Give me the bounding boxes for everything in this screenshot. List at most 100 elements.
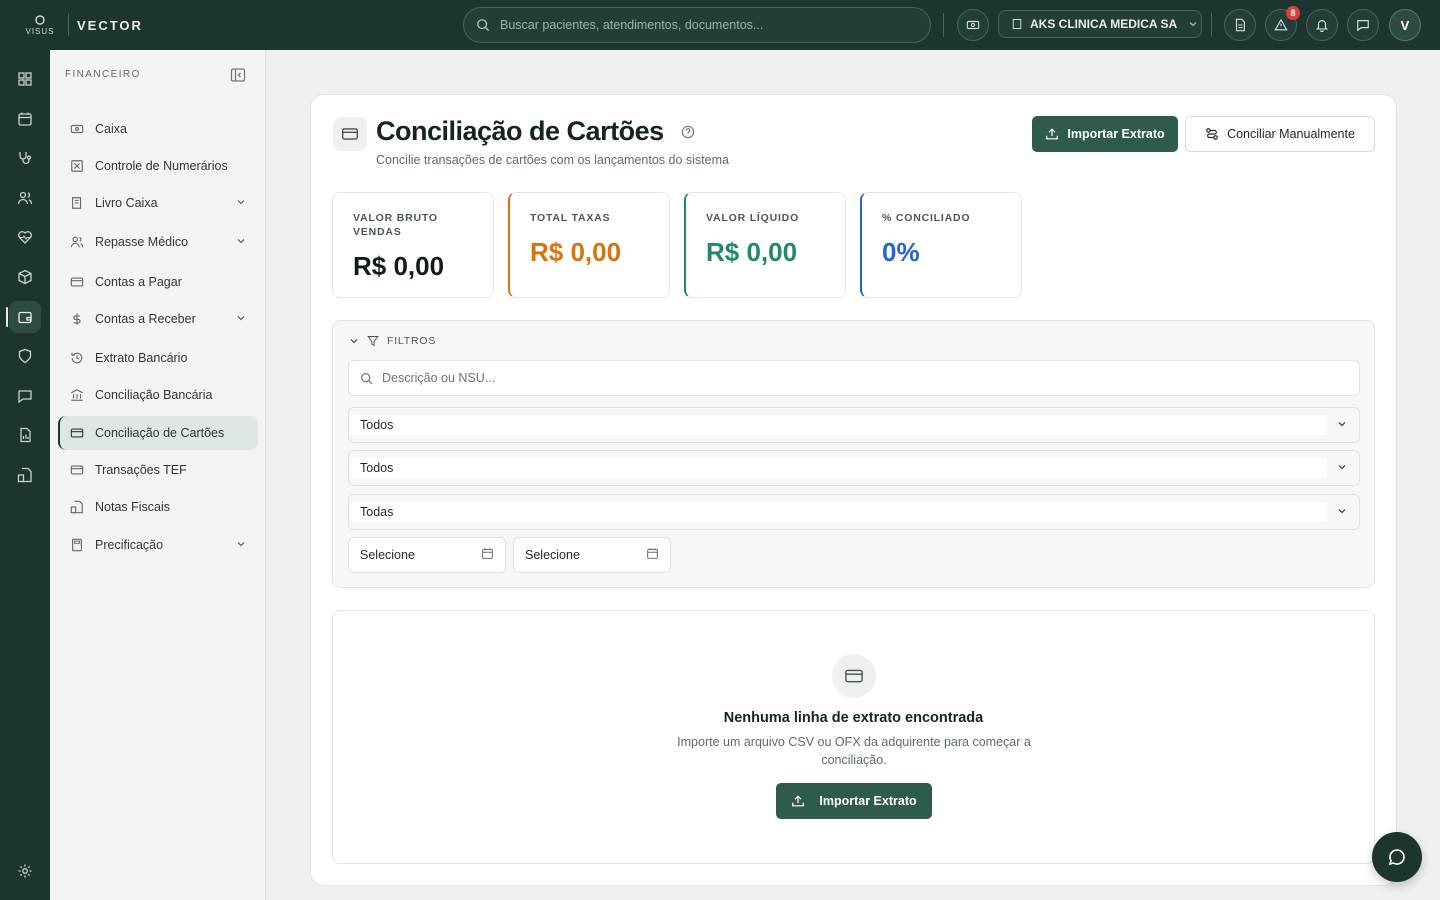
brand-divider (68, 14, 69, 36)
credit-card-icon (70, 463, 84, 477)
filter-search-placeholder: Descrição ou NSU... (382, 371, 496, 385)
credit-card-icon (70, 275, 84, 289)
shield-icon[interactable] (9, 340, 41, 372)
sidebar-item-livro-caixa[interactable]: Livro Caixa (58, 186, 258, 220)
stat-value: R$ 0,00 (353, 251, 445, 281)
filter-select-3[interactable]: Todas (348, 494, 1360, 530)
package-icon[interactable] (9, 261, 41, 293)
sidebar-item-contas-receber[interactable]: Contas a Receber (58, 302, 258, 336)
messages-button[interactable] (1347, 9, 1379, 41)
select-field (351, 458, 1327, 478)
sidebar-item-label: Controle de Numerários (95, 159, 228, 173)
select-field (351, 415, 1327, 435)
sidebar-item-label: Caixa (95, 122, 127, 136)
sidebar-item-label: Contas a Receber (95, 312, 196, 326)
credit-card-icon (70, 426, 84, 440)
warning-icon (1274, 18, 1288, 31)
calendar-icon (646, 547, 659, 563)
chat-bubble-icon (1388, 849, 1405, 866)
document-icon (1235, 18, 1245, 32)
filter-select-2[interactable]: Todos (348, 450, 1360, 486)
sidebar-item-conciliacao-bancaria[interactable]: Conciliação Bancária (58, 378, 258, 412)
company-selector[interactable]: AKS CLINICA MEDICA SA (998, 10, 1202, 38)
invoice-icon (70, 500, 84, 514)
help-icon[interactable] (681, 125, 695, 144)
sidebar-item-label: Transações TEF (95, 463, 187, 477)
date-from-picker[interactable]: Selecione (348, 537, 506, 573)
empty-state-title: Nenhuma linha de extrato encontrada (723, 710, 984, 726)
reconcile-icon (1206, 128, 1218, 140)
sidebar-item-label: Repasse Médico (95, 235, 189, 249)
documents-button[interactable] (1224, 9, 1256, 41)
sidebar-item-conciliacao-cartoes[interactable]: Conciliação de Cartões (58, 416, 258, 450)
chevron-down-icon (350, 339, 358, 344)
stat-label: % CONCILIADO (882, 212, 971, 224)
chevron-down-icon (1189, 22, 1197, 27)
calendar-icon[interactable] (9, 103, 41, 135)
logo-text: VISUS (25, 27, 55, 36)
manual-reconcile-button[interactable]: Conciliar Manualmente (1185, 116, 1375, 152)
select-value: Todos (360, 461, 394, 475)
page-title: Conciliação de Cartões (376, 116, 664, 146)
users-icon[interactable] (9, 182, 41, 214)
empty-import-button[interactable]: Importar Extrato (776, 783, 932, 819)
filters-panel: FILTROS Descrição ou NSU... Todos Todos … (332, 320, 1375, 588)
page-subtitle: Concilie transações de cartões com os la… (376, 153, 729, 167)
history-icon (70, 351, 84, 365)
sidebar-item-controle-numerarios[interactable]: Controle de Numerários (58, 149, 258, 183)
date-to-picker[interactable]: Selecione (513, 537, 671, 573)
sidebar-item-label: Conciliação de Cartões (95, 426, 225, 440)
divider (943, 13, 944, 37)
empty-import-label: Importar Extrato (819, 794, 917, 808)
bell-icon (1315, 20, 1329, 32)
visus-logo: VISUS (24, 14, 56, 36)
import-extract-button[interactable]: Importar Extrato (1032, 116, 1178, 152)
sidebar-item-label: Contas a Pagar (95, 275, 182, 289)
invoice-icon[interactable] (9, 459, 41, 491)
cash-register-button[interactable] (957, 9, 989, 41)
sidebar-item-transacoes-tef[interactable]: Transações TEF (58, 453, 258, 487)
filter-select-1[interactable]: Todos (348, 407, 1360, 443)
filter-icon (367, 336, 379, 347)
empty-state: Nenhuma linha de extrato encontrada Impo… (332, 610, 1375, 864)
wallet-icon[interactable] (6, 301, 41, 333)
sidebar-item-precificacao[interactable]: Precificação (58, 528, 258, 562)
cash-icon (70, 122, 84, 136)
brand[interactable]: VISUS VECTOR (0, 0, 160, 50)
module-rail (0, 50, 50, 900)
notifications-button[interactable] (1306, 9, 1338, 41)
alerts-button[interactable]: 8 (1265, 6, 1300, 41)
company-name: AKS CLINICA MEDICA SA (1030, 17, 1178, 31)
user-avatar[interactable]: V (1389, 9, 1421, 41)
select-value: Todas (360, 505, 394, 519)
cash-icon (966, 20, 980, 30)
import-extract-label: Importar Extrato (1067, 127, 1165, 141)
dashboard-icon[interactable] (9, 63, 41, 95)
filters-toggle[interactable]: FILTROS (349, 335, 436, 347)
stat-value: 0% (882, 237, 920, 267)
heart-pulse-icon[interactable] (9, 221, 41, 253)
top-bar: VISUS VECTOR Buscar pacientes, atendimen… (0, 0, 1440, 50)
sidebar-item-label: Extrato Bancário (95, 351, 188, 365)
report-icon[interactable] (9, 419, 41, 451)
divider (1211, 13, 1212, 37)
sidebar-item-notas-fiscais[interactable]: Notas Fiscais (58, 490, 258, 524)
global-search-input[interactable]: Buscar pacientes, atendimentos, document… (463, 7, 931, 43)
filter-search-input[interactable]: Descrição ou NSU... (348, 360, 1360, 396)
chat-support-button[interactable] (1372, 832, 1422, 882)
sidebar-item-repasse-medico[interactable]: Repasse Médico (58, 225, 258, 259)
chevron-down-icon (236, 235, 246, 249)
collapse-sidebar-icon[interactable] (230, 67, 246, 88)
settings-icon[interactable] (9, 855, 41, 887)
upload-icon (792, 795, 805, 807)
sidebar-item-caixa[interactable]: Caixa (58, 112, 258, 146)
stethoscope-icon[interactable] (9, 142, 41, 174)
sidebar-section-title: FINANCEIRO (65, 69, 141, 80)
sidebar-item-contas-pagar[interactable]: Contas a Pagar (58, 265, 258, 299)
message-square-icon[interactable] (9, 380, 41, 412)
calculator-icon (70, 538, 84, 552)
sidebar-item-extrato-bancario[interactable]: Extrato Bancário (58, 341, 258, 375)
stat-valor-liquido: VALOR LÍQUIDO R$ 0,00 (684, 192, 846, 298)
search-icon (361, 372, 373, 384)
chevron-down-icon (236, 312, 246, 326)
